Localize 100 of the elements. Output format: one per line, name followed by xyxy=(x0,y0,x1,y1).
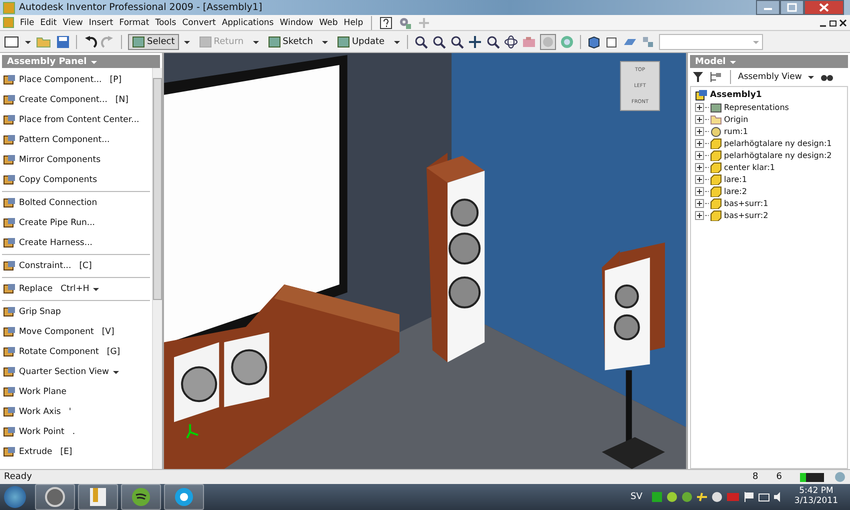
menu-item[interactable]: Help xyxy=(344,18,364,28)
panel-command[interactable]: Rotate Component [G] xyxy=(0,342,152,362)
new-file-icon[interactable] xyxy=(4,34,20,48)
tree-item[interactable]: bas+surr:2 xyxy=(710,210,768,220)
pan-icon[interactable] xyxy=(468,34,482,48)
expand-icon[interactable] xyxy=(695,114,704,124)
language-indicator[interactable]: SV xyxy=(630,492,642,502)
tree-item[interactable]: lare:2 xyxy=(710,186,747,196)
panel-command[interactable]: Extrude [E] xyxy=(0,442,152,462)
start-button[interactable] xyxy=(4,486,26,508)
caret-icon[interactable] xyxy=(112,368,120,376)
menu-item[interactable]: Web xyxy=(319,18,338,28)
view-dropdown[interactable]: Assembly View xyxy=(738,72,802,82)
zoom-icon[interactable] xyxy=(450,34,464,48)
panel-command[interactable]: Move Component [V] xyxy=(0,322,152,342)
close-button[interactable] xyxy=(804,0,844,15)
menu-item[interactable]: Window xyxy=(280,18,314,28)
zoom-icon[interactable] xyxy=(414,34,428,48)
tray-icon[interactable] xyxy=(651,491,664,503)
panel-command[interactable]: Copy Components xyxy=(0,170,152,190)
taskbar-app-icon[interactable] xyxy=(35,484,75,510)
panel-command[interactable]: Work Point . xyxy=(0,422,152,442)
menu-item[interactable]: Insert xyxy=(88,18,114,28)
tree-item[interactable]: Origin xyxy=(710,114,748,124)
command-icon xyxy=(336,36,350,48)
taskbar-app-icon[interactable] xyxy=(78,484,118,510)
command-icon xyxy=(3,74,16,86)
tree-item[interactable]: bas+surr:1 xyxy=(710,198,768,208)
expand-icon[interactable] xyxy=(695,210,704,220)
save-icon[interactable] xyxy=(56,34,70,48)
caret-icon[interactable] xyxy=(92,285,100,293)
toolbar-button[interactable]: Sketch xyxy=(264,34,317,50)
menu-item[interactable]: File xyxy=(20,18,34,28)
panel-command[interactable]: Create Pipe Run... xyxy=(0,213,152,233)
tray-icon[interactable] xyxy=(711,491,724,503)
expand-icon[interactable] xyxy=(695,198,704,208)
adaptive-icon xyxy=(710,126,722,136)
command-icon xyxy=(3,406,16,418)
toolbar-button[interactable]: Select xyxy=(128,34,179,50)
box-icon[interactable] xyxy=(604,34,619,48)
panel-command[interactable]: Place from Content Center... xyxy=(0,110,152,130)
caret-icon[interactable] xyxy=(806,73,815,81)
zoom-icon[interactable] xyxy=(486,34,500,48)
help-icon[interactable] xyxy=(380,16,392,28)
panel-command[interactable]: Bolted Connection xyxy=(0,193,152,213)
expand-icon[interactable] xyxy=(695,186,704,196)
taskbar-app-icon[interactable] xyxy=(121,484,161,510)
panel-command[interactable]: Constraint... [C] xyxy=(0,256,152,276)
filter-icon[interactable] xyxy=(692,71,704,83)
expand-icon[interactable] xyxy=(695,102,704,112)
clock[interactable]: 5:42 PM 3/13/2011 xyxy=(794,487,838,507)
shaded-display-button[interactable] xyxy=(540,34,556,50)
tree-item[interactable]: rum:1 xyxy=(710,126,748,136)
flag-icon[interactable] xyxy=(743,491,756,503)
restore-button[interactable] xyxy=(780,0,804,15)
menu-item[interactable]: Format xyxy=(119,18,150,28)
panel-command[interactable]: Place Component... [P] xyxy=(0,70,152,90)
menu-item[interactable]: View xyxy=(62,18,83,28)
close-icon xyxy=(819,3,829,12)
panel-command[interactable]: Grip Snap xyxy=(0,302,152,322)
tree-item[interactable]: pelarhögtalare ny design:2 xyxy=(710,150,832,160)
zoom-icon[interactable] xyxy=(432,34,446,48)
tree-item[interactable]: lare:1 xyxy=(710,174,747,184)
expand-icon[interactable] xyxy=(695,138,704,148)
panel-command[interactable]: Quarter Section View xyxy=(0,362,152,382)
orbit-icon[interactable] xyxy=(504,34,518,48)
tray-icon[interactable] xyxy=(666,491,678,503)
undo-icon[interactable] xyxy=(83,34,97,48)
expand-icon[interactable] xyxy=(695,174,704,184)
panel-command[interactable]: Pattern Component... xyxy=(0,130,152,150)
status-text: Ready xyxy=(4,472,32,482)
scrollbar[interactable] xyxy=(152,68,162,469)
tree-item[interactable]: Representations xyxy=(710,102,789,112)
restore-icon xyxy=(787,3,797,12)
panel-command[interactable]: Work Plane xyxy=(0,382,152,402)
menu-item[interactable]: Tools xyxy=(155,18,176,28)
panel-command[interactable]: Create Component... [N] xyxy=(0,90,152,110)
status-count: 8 xyxy=(752,472,758,482)
cube-icon[interactable] xyxy=(586,34,601,48)
restore-icon[interactable] xyxy=(829,18,837,26)
tree-item[interactable]: Assembly1 xyxy=(695,89,843,101)
tray-icon[interactable] xyxy=(681,491,694,503)
menu-item[interactable]: Edit xyxy=(40,18,57,28)
tree-icon[interactable] xyxy=(709,71,723,83)
menu-item[interactable]: Applications xyxy=(222,18,274,28)
toolbar-button[interactable]: Update xyxy=(332,34,389,50)
taskbar-app-icon[interactable] xyxy=(164,484,204,510)
close-icon[interactable] xyxy=(839,18,847,26)
panel-command[interactable]: Mirror Components xyxy=(0,150,152,170)
tree-item[interactable]: center klar:1 xyxy=(710,162,775,172)
part-icon xyxy=(710,138,722,148)
menu-item[interactable]: Convert xyxy=(182,18,216,28)
expand-icon[interactable] xyxy=(695,162,704,172)
panel-command[interactable]: Work Axis ' xyxy=(0,402,152,422)
expand-icon[interactable] xyxy=(695,150,704,160)
panel-command[interactable]: Replace Ctrl+H xyxy=(0,279,152,299)
tree-item[interactable]: pelarhögtalare ny design:1 xyxy=(710,138,832,148)
panel-command[interactable]: Create Harness... xyxy=(0,233,152,253)
minimize-button[interactable] xyxy=(756,0,780,15)
expand-icon[interactable] xyxy=(695,126,704,136)
